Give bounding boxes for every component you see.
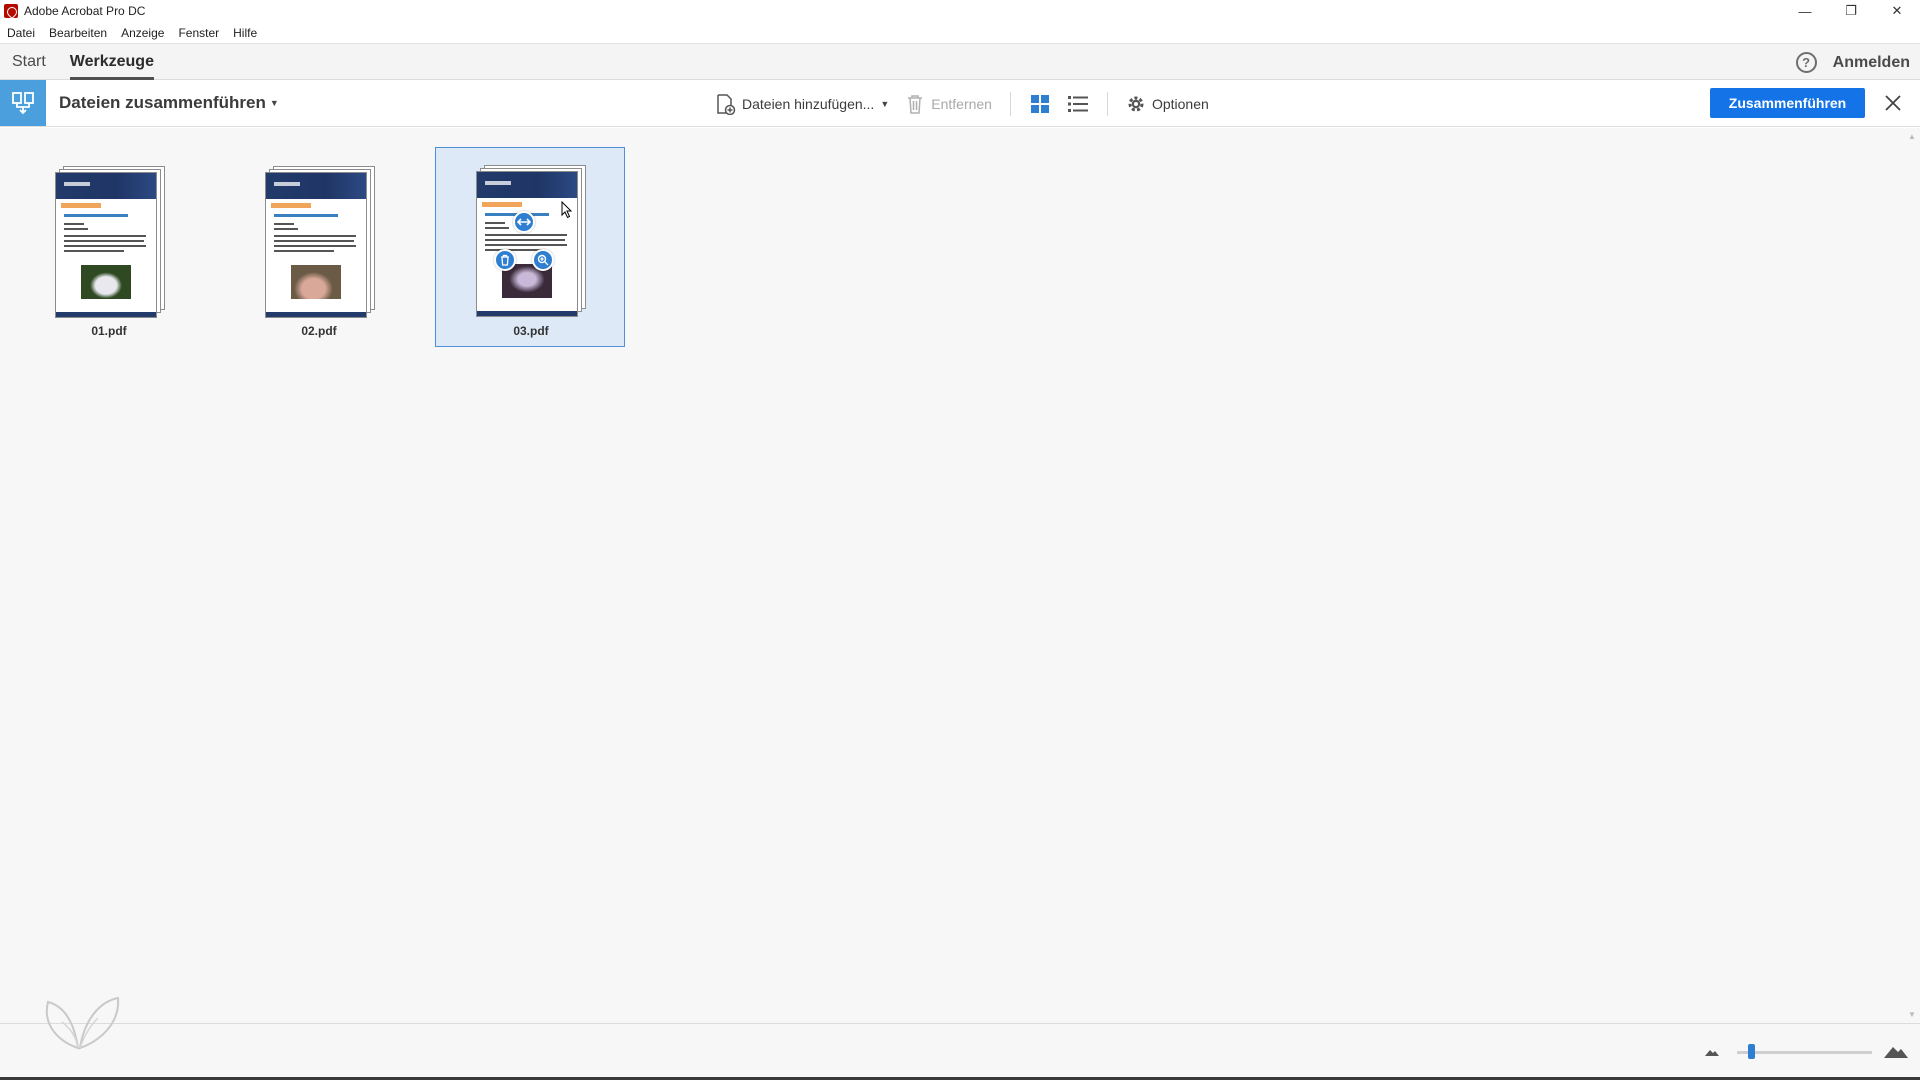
- window-controls: — ❐ ✕: [1782, 0, 1920, 22]
- magnifier-icon: [537, 254, 549, 266]
- close-icon: [1885, 95, 1901, 111]
- chevron-down-icon: ▼: [269, 98, 279, 108]
- menu-anzeige[interactable]: Anzeige: [114, 26, 171, 40]
- scroll-down-icon[interactable]: ▼: [1908, 1010, 1916, 1019]
- remove-button[interactable]: Entfernen: [897, 89, 1000, 119]
- pdf-thumbnail: [476, 165, 586, 317]
- tab-start[interactable]: Start: [0, 43, 58, 80]
- options-button[interactable]: Optionen: [1118, 89, 1217, 119]
- zoom-preview-button[interactable]: [532, 249, 554, 271]
- file-card[interactable]: 01.pdf: [14, 148, 204, 348]
- close-window-button[interactable]: ✕: [1874, 0, 1920, 22]
- file-name: 01.pdf: [91, 324, 127, 338]
- swap-arrows-icon: [517, 218, 531, 226]
- toolbar-divider: [1009, 91, 1011, 116]
- pdf-thumbnail: [265, 166, 375, 318]
- toolbar-divider: [1106, 91, 1108, 116]
- list-view-icon: [1067, 95, 1088, 112]
- grid-view-button[interactable]: [1025, 89, 1055, 119]
- combine-tool-icon: [0, 80, 46, 126]
- add-files-button[interactable]: Dateien hinzufügen... ▼: [706, 89, 897, 119]
- pdf-thumbnail: [55, 166, 165, 318]
- add-files-label: Dateien hinzufügen...: [742, 95, 875, 112]
- restore-button[interactable]: ❐: [1828, 0, 1874, 22]
- trash-icon: [908, 94, 923, 114]
- zoom-out-icon[interactable]: [1705, 1048, 1719, 1056]
- file-card[interactable]: 02.pdf: [224, 148, 414, 348]
- minimize-button[interactable]: —: [1782, 0, 1828, 22]
- file-name: 03.pdf: [513, 324, 549, 338]
- combine-button[interactable]: Zusammenführen: [1710, 88, 1865, 118]
- tab-bar: Start Werkzeuge ? Anmelden: [0, 43, 1920, 80]
- file-name: 02.pdf: [301, 324, 337, 338]
- thumbnail-photo: [81, 265, 131, 299]
- thumbnail-photo: [291, 265, 341, 299]
- title-bar: Adobe Acrobat Pro DC — ❐ ✕: [0, 0, 1920, 22]
- file-workspace: 01.pdf 02.pdf 03.pdf: [0, 128, 1920, 1023]
- menu-fenster[interactable]: Fenster: [171, 26, 226, 40]
- butterfly-watermark-icon: [45, 996, 120, 1050]
- tab-bar-right: ? Anmelden: [1795, 44, 1910, 81]
- tool-actions: Dateien hinzufügen... ▼ Entfernen Option…: [706, 80, 1217, 127]
- list-view-button[interactable]: [1063, 89, 1093, 119]
- tool-title: Dateien zusammenführen: [59, 93, 266, 112]
- add-file-icon: [717, 93, 736, 115]
- help-icon[interactable]: ?: [1795, 52, 1817, 73]
- menu-bearbeiten[interactable]: Bearbeiten: [42, 26, 114, 40]
- remove-label: Entfernen: [931, 95, 992, 112]
- vertical-scrollbar[interactable]: ▲ ▼: [1904, 128, 1920, 1023]
- acrobat-logo-icon: [4, 4, 18, 18]
- signin-button[interactable]: Anmelden: [1833, 54, 1910, 72]
- scroll-up-icon[interactable]: ▲: [1908, 132, 1916, 141]
- reorder-button[interactable]: [513, 211, 535, 233]
- grid-view-icon: [1030, 94, 1049, 113]
- delete-file-button[interactable]: [494, 249, 516, 271]
- window-title: Adobe Acrobat Pro DC: [24, 4, 146, 18]
- combine-toolbar: Dateien zusammenführen ▼ Dateien hinzufü…: [0, 80, 1920, 127]
- bottom-bar: [0, 1023, 1920, 1080]
- zoom-in-icon[interactable]: [1884, 1044, 1908, 1058]
- tool-title-dropdown[interactable]: Dateien zusammenführen ▼: [59, 93, 279, 113]
- tab-werkzeuge[interactable]: Werkzeuge: [58, 43, 166, 80]
- file-card-selected[interactable]: 03.pdf: [435, 147, 625, 347]
- menu-hilfe[interactable]: Hilfe: [226, 26, 264, 40]
- gear-icon: [1128, 96, 1144, 111]
- zoom-slider-thumb[interactable]: [1747, 1044, 1755, 1059]
- close-tool-button[interactable]: [1880, 90, 1906, 116]
- chevron-down-icon[interactable]: ▼: [880, 99, 889, 109]
- mouse-cursor-icon: [561, 201, 573, 219]
- zoom-slider[interactable]: [1737, 1051, 1872, 1054]
- options-label: Optionen: [1151, 95, 1209, 112]
- menu-datei[interactable]: Datei: [0, 26, 42, 40]
- menu-bar: Datei Bearbeiten Anzeige Fenster Hilfe: [0, 22, 1920, 43]
- trash-icon: [501, 254, 509, 266]
